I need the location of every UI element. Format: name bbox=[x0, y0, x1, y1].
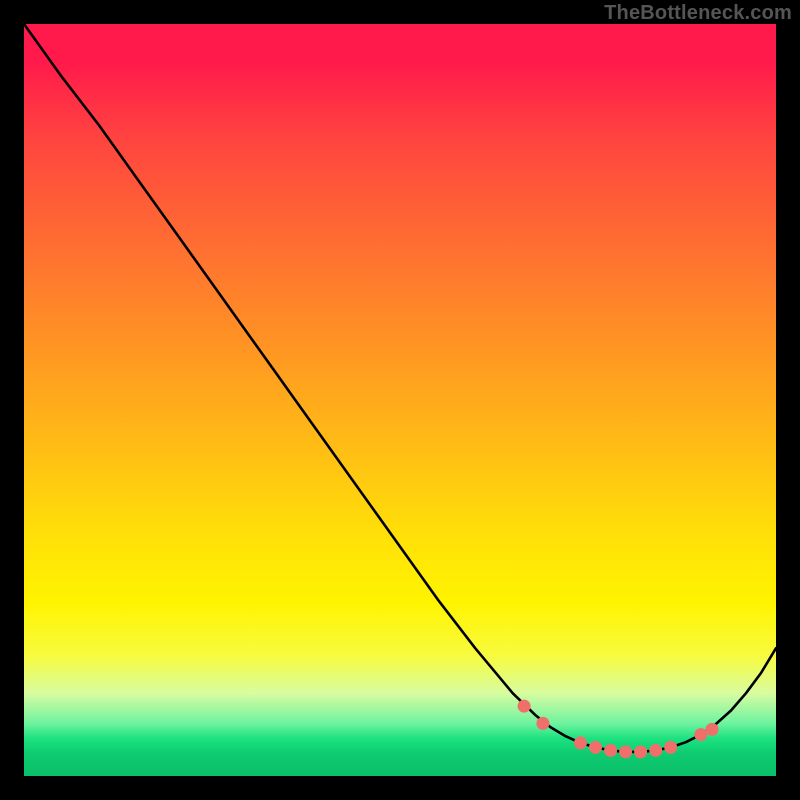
plot-area bbox=[24, 24, 776, 776]
watermark-text: TheBottleneck.com bbox=[604, 2, 792, 25]
chart-frame: TheBottleneck.com bbox=[0, 0, 800, 800]
background-gradient bbox=[24, 24, 776, 776]
